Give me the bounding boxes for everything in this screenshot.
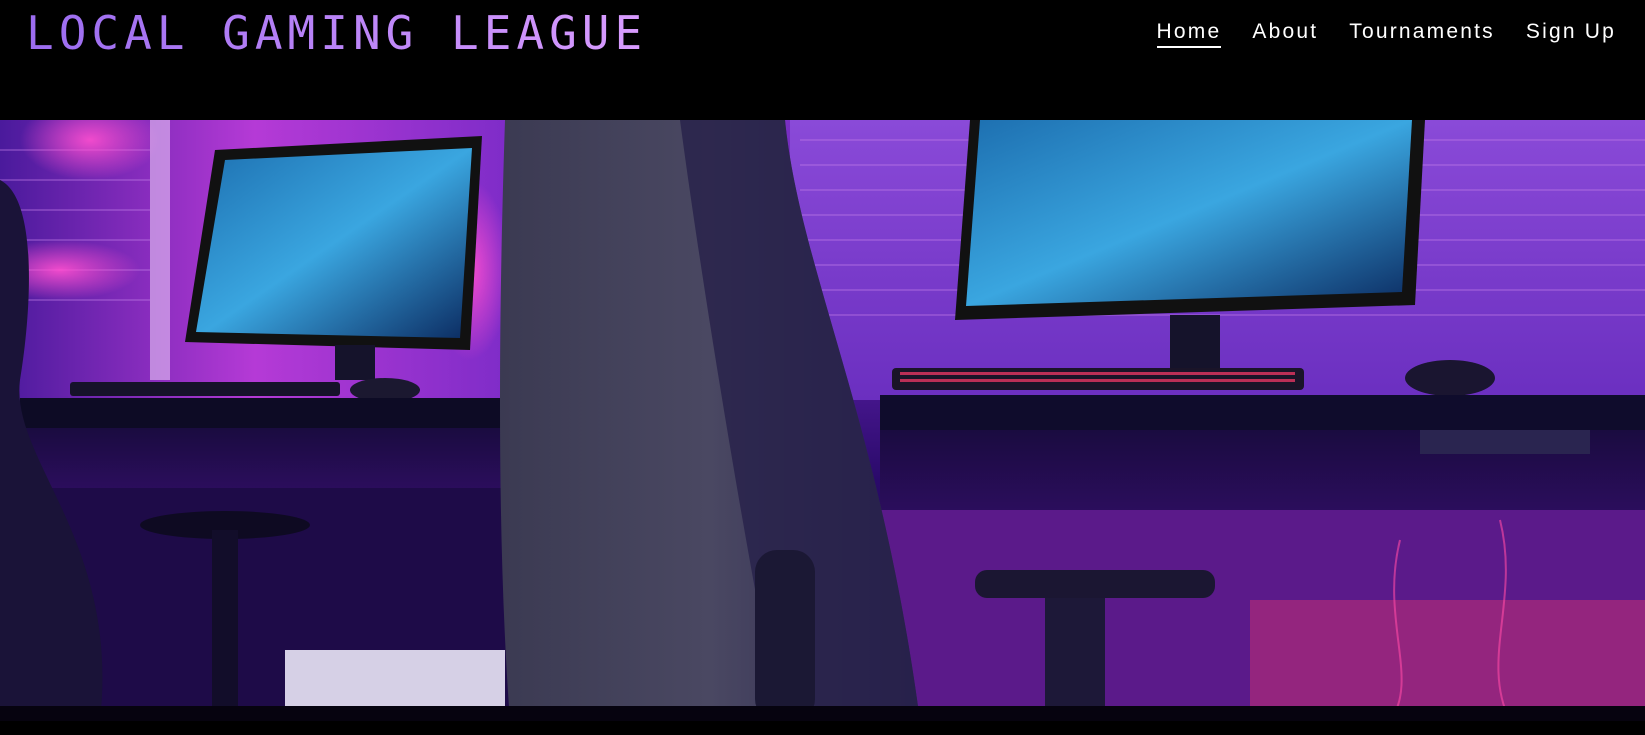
site-header: LOCAL GAMING LEAGUE Home About Tournamen…	[0, 0, 1645, 120]
nav-about-link[interactable]: About	[1252, 20, 1318, 48]
hero-image	[0, 120, 1645, 721]
site-logo[interactable]: LOCAL GAMING LEAGUE	[26, 6, 647, 60]
nav-home-link[interactable]: Home	[1156, 20, 1222, 48]
gaming-room-illustration	[0, 120, 1645, 721]
main-nav: Home About Tournaments Sign Up	[1156, 20, 1616, 48]
nav-signup-link[interactable]: Sign Up	[1526, 20, 1616, 48]
nav-tournaments-link[interactable]: Tournaments	[1349, 20, 1495, 48]
page-bottom-strip	[0, 721, 1645, 735]
